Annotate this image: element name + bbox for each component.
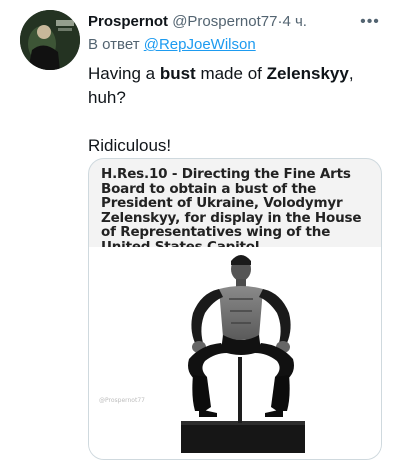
tweet-text-line-2: Ridiculous! bbox=[88, 136, 172, 155]
sculpture-photo bbox=[89, 247, 381, 459]
text-part: Having a bbox=[88, 64, 160, 83]
statue-image bbox=[181, 255, 305, 453]
image-watermark: @Prospernot77 bbox=[99, 397, 145, 404]
avatar[interactable] bbox=[20, 10, 80, 70]
reply-to-link[interactable]: @RepJoeWilson bbox=[144, 36, 256, 53]
text-bold-zelenskyy: Zelenskyy bbox=[266, 64, 349, 83]
display-name[interactable]: Prospernot bbox=[88, 13, 168, 30]
more-button[interactable]: ••• bbox=[360, 13, 380, 30]
reply-prefix: В ответ bbox=[88, 36, 140, 53]
more-horizontal-icon: ••• bbox=[360, 13, 380, 30]
card-caption: H.Res.10 - Directing the Fine Arts Board… bbox=[101, 166, 362, 254]
reply-context: В ответ @RepJoeWilson bbox=[88, 35, 256, 55]
avatar-image bbox=[20, 10, 80, 70]
text-bold-bust: bust bbox=[159, 64, 196, 83]
user-handle[interactable]: @Prospernot77 bbox=[172, 13, 277, 30]
tweet-text-line-1: Having a bust made of Zelenskyy, huh? bbox=[88, 62, 388, 110]
tweet-header: Prospernot @Prospernot77·4 ч. bbox=[88, 12, 366, 32]
timestamp[interactable]: 4 ч. bbox=[282, 13, 307, 30]
media-card[interactable]: H.Res.10 - Directing the Fine Arts Board… bbox=[88, 158, 382, 460]
tweet-text: Having a bust made of Zelenskyy, huh? Ri… bbox=[88, 62, 388, 158]
text-part: made of bbox=[195, 64, 267, 83]
